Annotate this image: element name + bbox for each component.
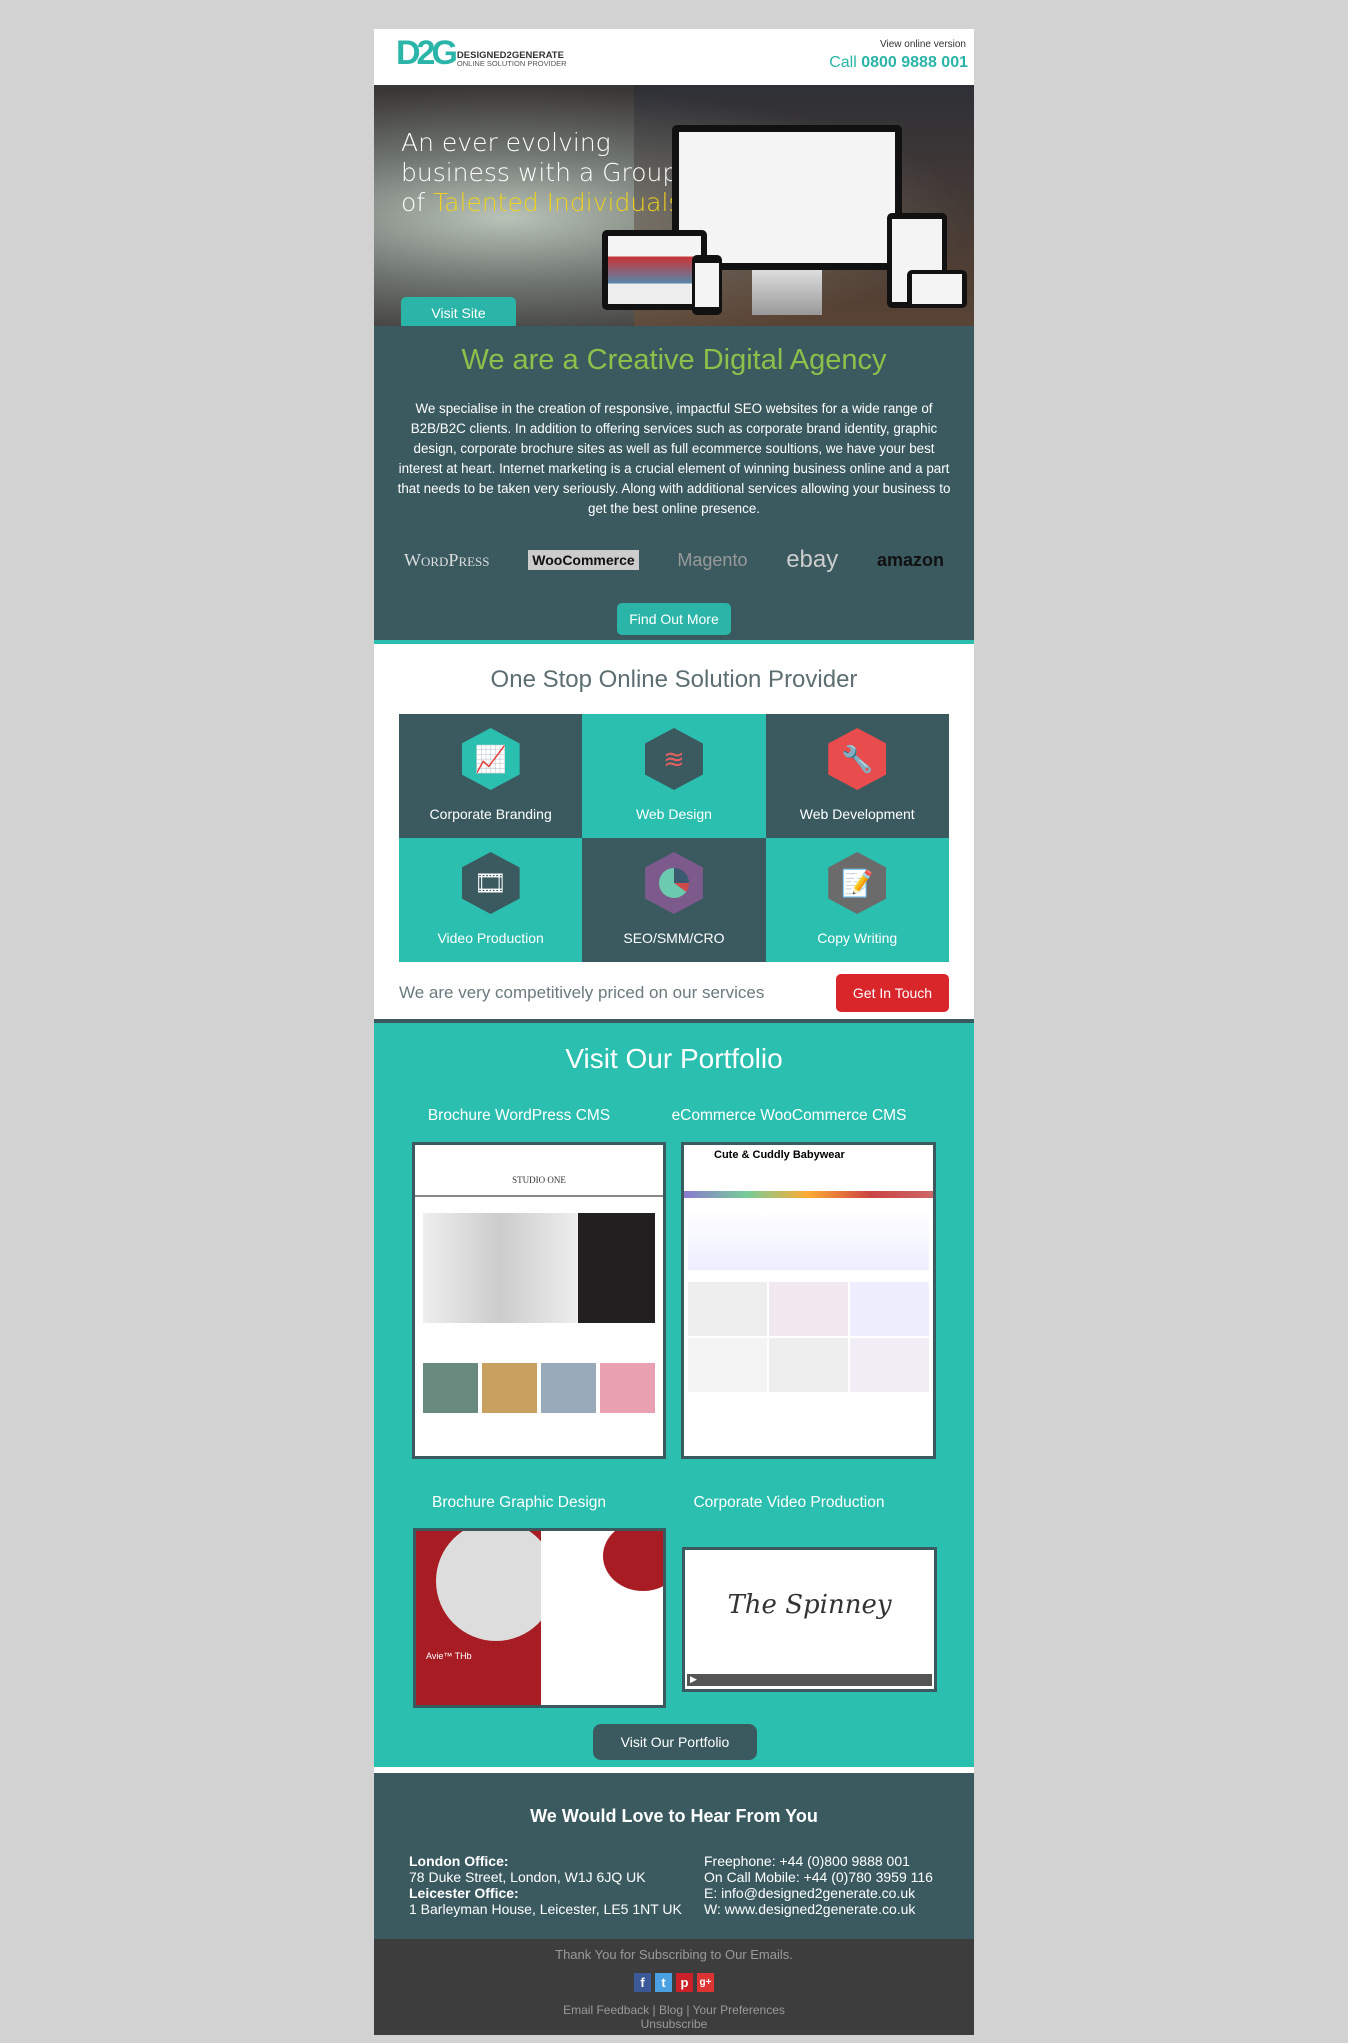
logo-mark: D2G [396,34,458,72]
portfolio-heading: Brochure WordPress CMS [427,1107,611,1124]
logo[interactable]: D2G DESIGNED2GENERATE ONLINE SOLUTION PRO… [396,34,567,72]
logo-tagline: ONLINE SOLUTION PROVIDER [456,59,567,68]
social-links: f t p g+ [374,1973,974,1992]
get-in-touch-button[interactable]: Get In Touch [836,974,949,1012]
twitter-icon[interactable]: t [655,1973,672,1992]
play-icon[interactable]: ▶ [690,1674,697,1685]
freephone[interactable]: Freephone: +44 (0)800 9888 001 [704,1853,910,1869]
devices-image [602,125,967,320]
email-feedback-link[interactable]: Email Feedback [563,2003,649,2017]
video-controls[interactable]: ▶ [687,1674,932,1686]
leicester-address: 1 Barleyman House, Leicester, LE5 1NT UK [409,1901,682,1917]
film-icon: 🎞 [461,852,520,914]
footer: Thank You for Subscribing to Our Emails.… [374,1939,974,2035]
website-link[interactable]: W: www.designed2generate.co.uk [704,1901,915,1917]
services-section: One Stop Online Solution Provider 📈 Corpo… [374,644,974,1023]
pie-chart-icon [644,852,703,914]
tools-icon: 🔧 [828,728,887,790]
service-seo[interactable]: SEO/SMM/CRO [582,838,766,962]
portfolio-title: Visit Our Portfolio [565,1043,783,1074]
pricing-text: We are very competitively priced on our … [399,983,765,1002]
unsubscribe-link[interactable]: Unsubscribe [641,2017,708,2031]
header: D2G DESIGNED2GENERATE ONLINE SOLUTION PRO… [374,29,974,85]
agency-section: We are a Creative Digital Agency We spec… [374,326,974,644]
agency-description: We specialise in the creation of respons… [397,401,951,516]
mobile[interactable]: On Call Mobile: +44 (0)780 3959 116 [704,1869,933,1885]
contact-section: We Would Love to Hear From You London Of… [374,1773,974,1939]
wordpress-logo: WordPress [404,549,490,570]
service-copy-writing[interactable]: 📝 Copy Writing [765,838,949,962]
phone-number: 0800 9888 001 [861,54,968,71]
facebook-icon[interactable]: f [634,1973,651,1992]
services-grid: 📈 Corporate Branding ≋ Web Design 🔧 Web Dev… [399,714,949,962]
email: D2G DESIGNED2GENERATE ONLINE SOLUTION PRO… [374,29,974,2035]
easel-icon: 📈 [461,728,520,790]
magento-logo: Magento [677,549,748,570]
call-number[interactable]: Call 0800 9888 001 [829,54,968,72]
service-web-design[interactable]: ≋ Web Design [582,714,766,838]
woocommerce-logo: WooCommerce [528,550,639,570]
thanks-text: Thank You for Subscribing to Our Emails. [555,1947,793,1962]
london-address: 78 Duke Street, London, W1J 6JQ UK [409,1869,646,1885]
portfolio-thumb-cute-cuddly[interactable]: Cute & Cuddly Babywear [681,1142,936,1459]
layers-icon: ≋ [644,728,703,790]
email-link[interactable]: E: info@designed2generate.co.uk [704,1885,915,1901]
brand-logos: WordPress WooCommerce Magento ebay amazo… [404,545,944,575]
find-out-more-button[interactable]: Find Out More [617,603,731,635]
portfolio-thumb-studio-one[interactable]: STUDIO ONE [412,1142,666,1459]
portfolio-heading: Corporate Video Production [693,1494,885,1511]
blog-link[interactable]: Blog [659,2003,683,2017]
service-corporate-branding[interactable]: 📈 Corporate Branding [399,714,583,838]
video-player-spinney[interactable]: The Spinney ▶ [682,1547,937,1692]
contact-title: We Would Love to Hear From You [530,1806,818,1826]
google-plus-icon[interactable]: g+ [697,1973,714,1992]
agency-title: We are a Creative Digital Agency [461,344,887,376]
pinterest-icon[interactable]: p [676,1973,693,1992]
portfolio-thumb-brochure[interactable]: Avie™ THb [413,1528,666,1708]
portfolio-heading: eCommerce WooCommerce CMS [671,1107,907,1124]
london-label: London Office: [409,1853,509,1869]
leicester-label: Leicester Office: [409,1885,519,1901]
call-label: Call [829,54,857,71]
service-web-development[interactable]: 🔧 Web Development [765,714,949,838]
portfolio-heading: Brochure Graphic Design [431,1494,607,1511]
visit-site-button[interactable]: Visit Site [401,297,516,326]
portfolio-section: Visit Our Portfolio Brochure WordPress C… [374,1023,974,1773]
service-video-production[interactable]: 🎞 Video Production [399,838,583,962]
preferences-link[interactable]: Your Preferences [693,2003,785,2017]
ebay-logo: ebay [786,546,839,573]
view-online-link[interactable]: View online version [880,39,966,50]
amazon-logo: amazon [876,549,944,570]
services-title: One Stop Online Solution Provider [490,666,858,693]
pencil-note-icon: 📝 [828,852,887,914]
visit-portfolio-button[interactable]: Visit Our Portfolio [593,1724,757,1760]
hero-banner: An ever evolving business with a Group of … [374,85,974,326]
